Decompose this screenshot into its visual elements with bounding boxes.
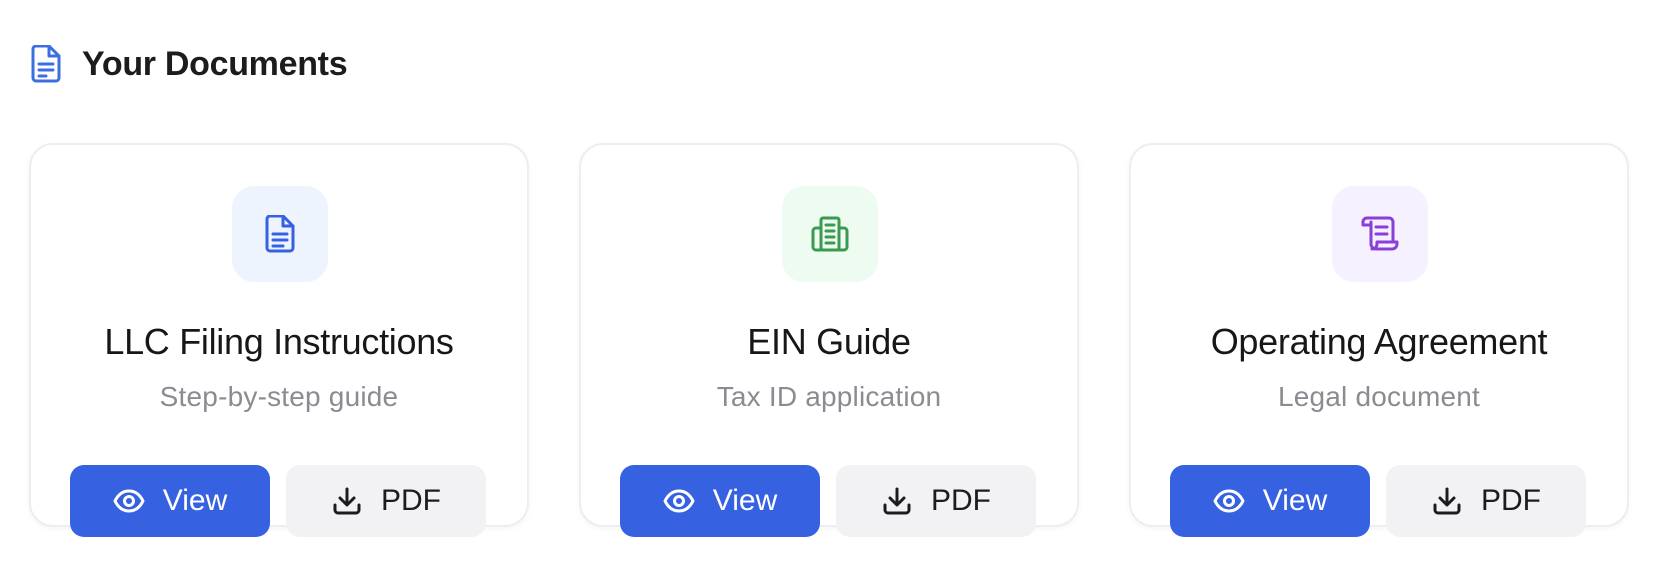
view-button[interactable]: View — [1170, 465, 1370, 537]
view-button-label: View — [162, 484, 228, 517]
download-pdf-button[interactable]: PDF — [836, 465, 1036, 537]
view-button-label: View — [1262, 484, 1328, 517]
scroll-icon — [1332, 186, 1428, 282]
eye-icon — [113, 485, 145, 517]
download-icon — [881, 485, 913, 517]
document-icon — [232, 186, 328, 282]
document-title: LLC Filing Instructions — [104, 321, 454, 362]
page-title: Your Documents — [82, 44, 348, 83]
eye-icon — [663, 485, 695, 517]
view-button[interactable]: View — [620, 465, 820, 537]
document-title: EIN Guide — [747, 321, 911, 362]
view-button-label: View — [712, 484, 778, 517]
document-card-ein-guide: EIN Guide Tax ID application View PDF — [579, 143, 1079, 537]
document-title: Operating Agreement — [1210, 321, 1548, 362]
document-subtitle: Tax ID application — [716, 381, 942, 412]
section-header: Your Documents — [30, 44, 348, 84]
eye-icon — [1213, 485, 1245, 517]
pdf-button-label: PDF — [1481, 484, 1541, 517]
documents-page: Your Documents LLC Filing Instructions S… — [0, 0, 1664, 564]
download-pdf-button[interactable]: PDF — [286, 465, 486, 537]
document-card-llc-filing: LLC Filing Instructions Step-by-step gui… — [29, 143, 529, 537]
document-card-operating-agreement: Operating Agreement Legal document View — [1129, 143, 1629, 537]
pdf-button-label: PDF — [931, 484, 991, 517]
document-subtitle: Step-by-step guide — [159, 381, 399, 412]
document-icon — [30, 45, 62, 83]
view-button[interactable]: View — [70, 465, 270, 537]
pdf-button-label: PDF — [381, 484, 441, 517]
download-pdf-button[interactable]: PDF — [1386, 465, 1586, 537]
download-icon — [1431, 485, 1463, 517]
document-subtitle: Legal document — [1277, 381, 1481, 412]
building-icon — [782, 186, 878, 282]
download-icon — [331, 485, 363, 517]
